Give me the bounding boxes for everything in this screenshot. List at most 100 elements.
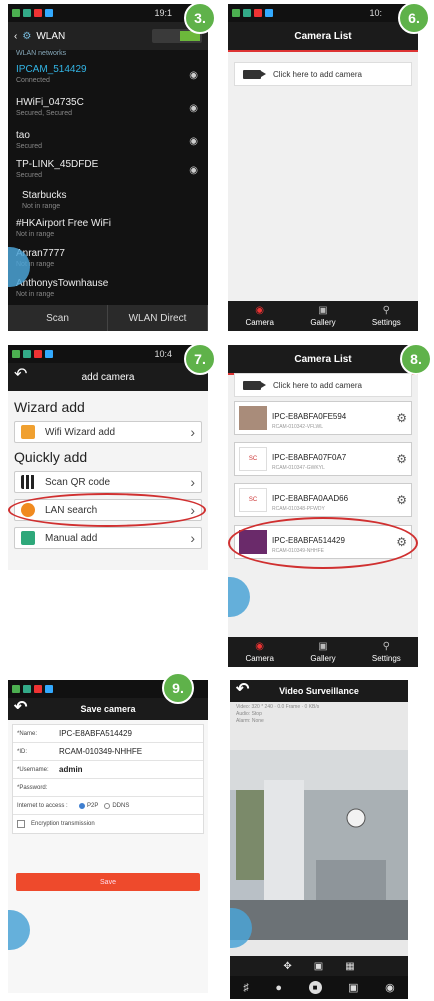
- network-status: Secured: [16, 172, 43, 179]
- camera-list-empty-screen: 10: Camera List Click here to add camera…: [228, 4, 418, 331]
- stop-icon[interactable]: ■: [308, 981, 322, 994]
- tab-label: Settings: [371, 653, 401, 663]
- camera-name: IPC-E8ABFA0FE594: [272, 412, 347, 421]
- back-arrow-icon[interactable]: ↶: [14, 367, 27, 383]
- tab-settings[interactable]: ⚲ Settings: [355, 637, 418, 667]
- network-name: IPCAM_514429: [16, 64, 87, 75]
- gear-icon[interactable]: ⚙: [396, 411, 407, 425]
- image-icon[interactable]: ▣: [314, 961, 323, 972]
- network-item[interactable]: Anran7777 Not in range: [16, 248, 200, 276]
- settings-icon: ⚲: [382, 304, 390, 316]
- page-title: add camera: [81, 371, 135, 383]
- name-row: *Name: IPC-E8ABFA514429: [13, 725, 203, 743]
- tab-camera[interactable]: ◉ Camera: [228, 637, 291, 667]
- camera-uid: RCAM-010349-NHHFE: [272, 548, 324, 554]
- network-item[interactable]: TP-LINK_45DFDE Secured ◉: [16, 159, 200, 187]
- field-label: *Password:: [17, 784, 48, 791]
- tab-gallery[interactable]: ▣ Gallery: [291, 301, 354, 331]
- add-camera-button[interactable]: Click here to add camera: [234, 62, 412, 86]
- resolution-icon[interactable]: ▦: [345, 961, 354, 972]
- gear-icon[interactable]: ⚙: [396, 535, 407, 549]
- network-name: #HKAirport Free WiFi: [16, 218, 112, 229]
- page-title: Save camera: [80, 704, 136, 714]
- name-field[interactable]: IPC-E8ABFA514429: [59, 729, 132, 738]
- add-camera-button[interactable]: Click here to add camera: [234, 373, 412, 397]
- microphone-icon[interactable]: ●: [275, 982, 282, 994]
- camera-icon: [243, 69, 266, 79]
- notification-icon: [23, 685, 31, 693]
- speaker-mute-icon[interactable]: ♯: [243, 982, 249, 994]
- gear-icon[interactable]: ⚙: [396, 493, 407, 507]
- p2p-radio[interactable]: [79, 802, 85, 809]
- camera-item[interactable]: SC IPC-E8ABFA07F0A7 RCAM-010347-GWKYL ⚙: [234, 442, 412, 476]
- save-button[interactable]: Save: [16, 873, 200, 891]
- camera-item[interactable]: IPC-E8ABFA514429 RCAM-010349-NHHFE ⚙: [234, 525, 412, 559]
- camera-item[interactable]: IPC-E8ABFA0FE594 RCAM-010342-VFLWL ⚙: [234, 401, 412, 435]
- add-camera-label: Click here to add camera: [273, 69, 362, 79]
- wifi-wizard-add-item[interactable]: Wifi Wizard add ›: [14, 421, 202, 443]
- scroll-handle[interactable]: [8, 910, 30, 950]
- tab-bar: ◉ Camera ▣ Gallery ⚲ Settings: [228, 637, 418, 667]
- gallery-icon: ▣: [318, 640, 328, 652]
- notification-icon: [12, 685, 20, 693]
- video-feed[interactable]: [230, 750, 408, 940]
- page-title: Video Surveillance: [279, 686, 359, 696]
- network-status: Not in range: [16, 261, 55, 268]
- ptz-icon[interactable]: ✥: [283, 961, 291, 972]
- back-icon[interactable]: ‹: [14, 31, 17, 42]
- gear-icon[interactable]: ⚙: [396, 452, 407, 466]
- field-label: *Name:: [17, 730, 38, 737]
- notification-icon: [12, 9, 20, 17]
- step-badge: 3.: [184, 2, 216, 34]
- ddns-radio[interactable]: [104, 802, 111, 809]
- lan-search-item[interactable]: LAN search ›: [14, 499, 202, 521]
- step-badge: 9.: [162, 672, 194, 704]
- network-item[interactable]: tao Secured ◉: [16, 130, 200, 158]
- item-label: Scan QR code: [45, 476, 111, 488]
- field-label: *ID:: [17, 748, 28, 755]
- manual-add-item[interactable]: Manual add ›: [14, 527, 202, 549]
- network-item[interactable]: Starbucks Not in range: [16, 190, 200, 218]
- camera-tab-icon: ◉: [255, 304, 265, 316]
- control-bar-bottom: ♯ ● ■ ▣ ◉: [230, 976, 408, 999]
- username-field[interactable]: admin: [59, 765, 83, 774]
- network-item[interactable]: AnthonysTownhause Not in range: [16, 278, 200, 306]
- qr-code-icon: [21, 475, 35, 489]
- status-bar: 19:1: [8, 4, 208, 22]
- wlan-header: ‹ ⚙ WLAN: [8, 22, 208, 50]
- search-icon: [21, 503, 35, 517]
- network-item[interactable]: #HKAirport Free WiFi Not in range: [16, 218, 200, 246]
- notification-icon: [243, 9, 251, 17]
- record-icon[interactable]: ▣: [348, 981, 358, 994]
- encryption-checkbox[interactable]: [17, 820, 25, 828]
- chevron-right-icon: ›: [190, 502, 195, 518]
- scan-button[interactable]: Scan: [8, 305, 108, 331]
- back-arrow-icon[interactable]: ↶: [14, 700, 27, 716]
- camera-item[interactable]: SC IPC-E8ABFA0AAD66 RCAM-010348-PFWDY ⚙: [234, 483, 412, 517]
- user-add-icon: [21, 531, 35, 545]
- camera-thumbnail: [239, 406, 267, 430]
- notification-icon: [232, 9, 240, 17]
- wlan-direct-button[interactable]: WLAN Direct: [108, 305, 208, 331]
- tab-settings[interactable]: ⚲ Settings: [355, 301, 418, 331]
- back-arrow-icon[interactable]: ↶: [236, 682, 249, 698]
- scan-qr-code-item[interactable]: Scan QR code ›: [14, 471, 202, 493]
- snapshot-icon[interactable]: ◉: [385, 981, 395, 994]
- gallery-icon: ▣: [318, 304, 328, 316]
- wizard-icon: [21, 425, 35, 439]
- scroll-handle[interactable]: [228, 577, 250, 617]
- tab-gallery[interactable]: ▣ Gallery: [291, 637, 354, 667]
- camera-thumbnail: SC: [239, 488, 267, 512]
- access-row: Internet to access : P2P DDNS: [13, 797, 203, 815]
- camera-uid: RCAM-010348-PFWDY: [272, 506, 325, 512]
- camera-name: IPC-E8ABFA0AAD66: [272, 494, 349, 503]
- tab-camera[interactable]: ◉ Camera: [228, 301, 291, 331]
- wlan-footer: Scan WLAN Direct: [8, 305, 208, 331]
- network-item[interactable]: HWiFi_04735C Secured, Secured ◉: [16, 97, 200, 125]
- id-field[interactable]: RCAM-010349-NHHFE: [59, 747, 142, 756]
- network-item[interactable]: IPCAM_514429 Connected ◉: [16, 64, 200, 92]
- camera-thumbnail: SC: [239, 447, 267, 471]
- tab-bar: ◉ Camera ▣ Gallery ⚲ Settings: [228, 301, 418, 331]
- step-badge: 6.: [398, 2, 430, 34]
- status-bar: 10:: [228, 4, 418, 22]
